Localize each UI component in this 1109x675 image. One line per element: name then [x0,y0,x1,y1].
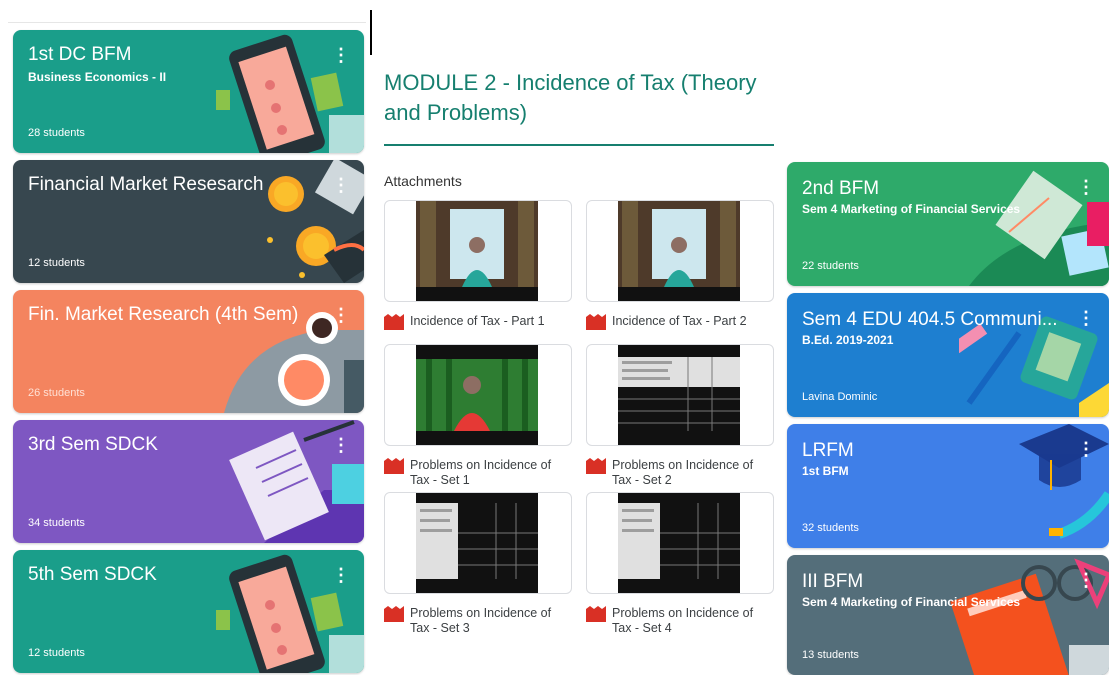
student-count: 26 students [28,387,85,399]
class-card[interactable]: 2nd BFM Sem 4 Marketing of Financial Ser… [787,162,1109,286]
attachment-caption[interactable]: Problems on Incidence of Tax - Set 2 [586,458,772,488]
class-title: Sem 4 EDU 404.5 Communi... [802,309,1058,330]
attachment-title: Incidence of Tax - Part 2 [612,314,747,328]
class-title: 1st DC BFM [28,44,132,65]
class-subtitle: Sem 4 Marketing of Financial Services [802,595,1021,609]
attachment-item[interactable]: Incidence of Tax - Part 1 [384,200,572,330]
video-thumbnail[interactable] [384,492,572,594]
attachment-item[interactable]: Problems on Incidence of Tax - Set 1 [384,344,572,488]
video-frame [618,345,740,445]
video-frame [416,201,538,301]
class-title: Fin. Market Research (4th Sem) [28,304,299,325]
attachment-caption[interactable]: Problems on Incidence of Tax - Set 4 [586,606,772,636]
more-options-icon[interactable]: ⋮ [332,306,350,324]
class-card[interactable]: LRFM 1st BFM 32 students ⋮ [787,424,1109,548]
attachment-item[interactable]: Problems on Incidence of Tax - Set 2 [586,344,774,488]
video-thumbnail[interactable] [384,344,572,446]
attachment-item[interactable]: Incidence of Tax - Part 2 [586,200,774,330]
video-frame [416,345,538,445]
class-title: 3rd Sem SDCK [28,434,158,455]
video-thumbnail[interactable] [586,344,774,446]
student-count: 12 students [28,647,85,659]
video-thumbnail[interactable] [384,200,572,302]
attachment-title: Problems on Incidence of Tax - Set 2 [612,458,754,487]
more-options-icon[interactable]: ⋮ [332,436,350,454]
class-title: LRFM [802,440,854,461]
attachment-item[interactable]: Problems on Incidence of Tax - Set 4 [586,492,774,636]
more-options-icon[interactable]: ⋮ [332,176,350,194]
attachment-title: Problems on Incidence of Tax - Set 1 [410,458,552,487]
class-subtitle: Business Economics - II [28,70,167,84]
attachment-caption[interactable]: Incidence of Tax - Part 2 [586,314,772,330]
more-options-icon[interactable]: ⋮ [332,46,350,64]
more-options-icon[interactable]: ⋮ [1077,309,1095,327]
video-icon [586,606,606,622]
attachments-label: Attachments [384,173,462,189]
class-card[interactable]: Financial Market Resesarch 12 students ⋮ [13,160,364,283]
video-frame [618,201,740,301]
student-count: 22 students [802,260,859,272]
class-title: III BFM [802,571,864,592]
right-class-list: 2nd BFM Sem 4 Marketing of Financial Ser… [784,0,1109,675]
attachment-title: Problems on Incidence of Tax - Set 4 [612,606,754,635]
class-card[interactable]: Fin. Market Research (4th Sem) 26 studen… [13,290,364,413]
attachment-item[interactable]: Problems on Incidence of Tax - Set 3 [384,492,572,636]
attachment-caption[interactable]: Problems on Incidence of Tax - Set 3 [384,606,570,636]
video-icon [384,458,404,474]
video-icon [586,314,606,330]
module-title: MODULE 2 - Incidence of Tax (Theory and … [384,70,757,125]
class-subtitle: 1st BFM [802,464,849,478]
class-owner: Lavina Dominic [802,391,878,403]
video-thumbnail[interactable] [586,200,774,302]
class-card[interactable]: III BFM Sem 4 Marketing of Financial Ser… [787,555,1109,675]
class-card[interactable]: Sem 4 EDU 404.5 Communi... B.Ed. 2019-20… [787,293,1109,417]
more-options-icon[interactable]: ⋮ [1077,571,1095,589]
class-title: 2nd BFM [802,178,880,199]
class-title: Financial Market Resesarch [28,174,264,195]
more-options-icon[interactable]: ⋮ [332,566,350,584]
attachment-title: Incidence of Tax - Part 1 [410,314,545,328]
student-count: 13 students [802,649,859,661]
module-panel: MODULE 2 - Incidence of Tax (Theory and … [372,0,784,675]
student-count: 34 students [28,517,85,529]
video-icon [586,458,606,474]
attachment-caption[interactable]: Incidence of Tax - Part 1 [384,314,570,330]
student-count: 32 students [802,522,859,534]
video-frame [416,493,538,593]
class-subtitle: B.Ed. 2019-2021 [802,333,894,347]
title-underline [384,144,774,146]
student-count: 12 students [28,257,85,269]
video-icon [384,606,404,622]
class-card[interactable]: 5th Sem SDCK 12 students ⋮ [13,550,364,673]
attachment-caption[interactable]: Problems on Incidence of Tax - Set 1 [384,458,570,488]
class-subtitle: Sem 4 Marketing of Financial Services [802,202,1021,216]
top-strip [8,0,366,23]
video-icon [384,314,404,330]
student-count: 28 students [28,127,85,139]
video-thumbnail[interactable] [586,492,774,594]
more-options-icon[interactable]: ⋮ [1077,178,1095,196]
class-title: 5th Sem SDCK [28,564,157,585]
class-card[interactable]: 1st DC BFM Business Economics - II 28 st… [13,30,364,153]
attachment-title: Problems on Incidence of Tax - Set 3 [410,606,552,635]
class-card[interactable]: 3rd Sem SDCK 34 students ⋮ [13,420,364,543]
more-options-icon[interactable]: ⋮ [1077,440,1095,458]
video-frame [618,493,740,593]
left-class-list: 1st DC BFM Business Economics - II 28 st… [0,0,372,675]
